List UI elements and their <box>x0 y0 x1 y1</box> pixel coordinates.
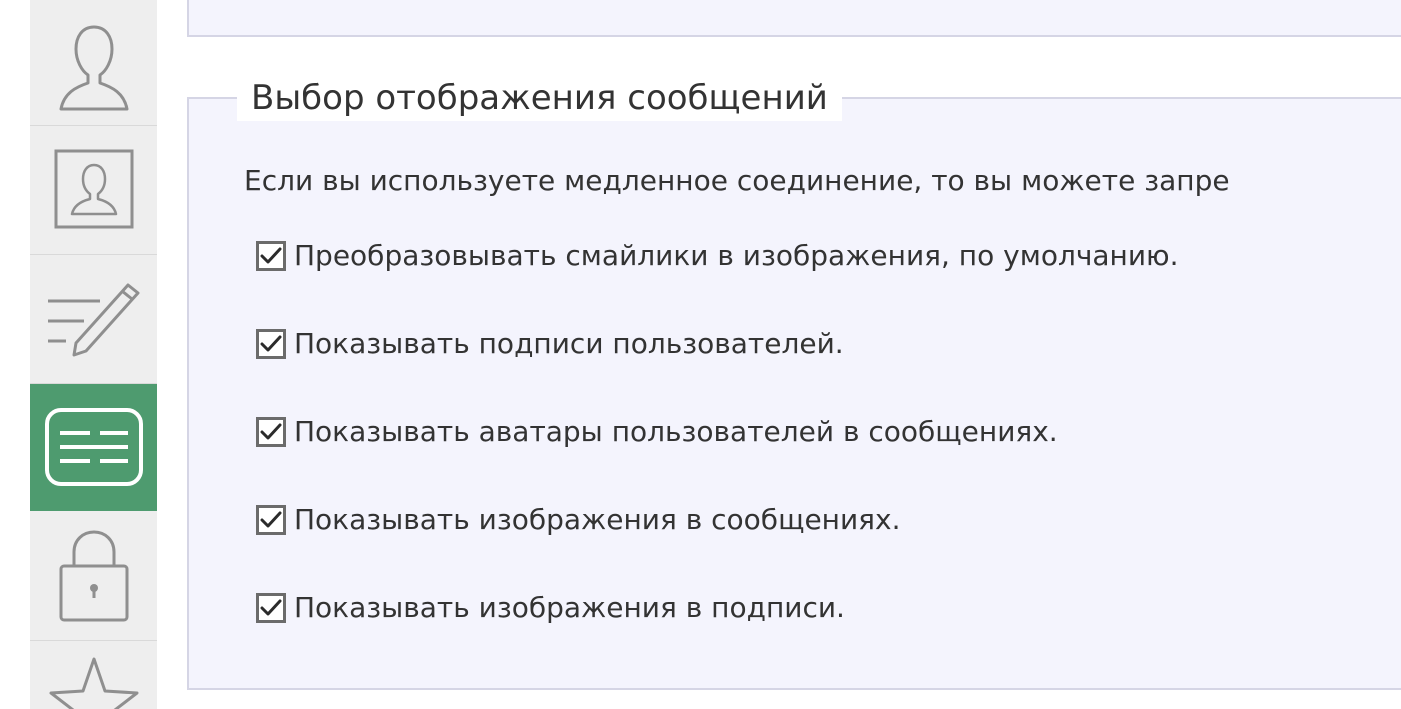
tab-post-display[interactable] <box>30 384 157 511</box>
option-convert-smileys[interactable]: Преобразовывать смайлики в изображения, … <box>256 236 1179 276</box>
fieldset-legend: Выбор отображения сообщений <box>237 75 842 121</box>
tab-profile[interactable] <box>30 0 157 126</box>
option-label[interactable]: Показывать подписи пользователей. <box>294 324 844 364</box>
profile-settings-page: Выбор отображения сообщений Если вы испо… <box>0 0 1401 709</box>
option-show-post-images[interactable]: Показывать изображения в сообщениях. <box>256 500 900 540</box>
checkbox-show-post-images[interactable] <box>256 505 286 535</box>
user-outline-icon <box>59 25 128 110</box>
option-label[interactable]: Показывать изображения в подписи. <box>294 588 845 628</box>
option-label[interactable]: Показывать изображения в сообщениях. <box>294 500 900 540</box>
checkmark-icon <box>260 599 282 616</box>
section-description: Если вы используете медленное соединение… <box>244 164 1230 197</box>
checkmark-icon <box>260 247 282 264</box>
post-display-fieldset: Выбор отображения сообщений Если вы испо… <box>187 75 1401 690</box>
checkbox-show-signature-images[interactable] <box>256 593 286 623</box>
option-label[interactable]: Показывать аватары пользователей в сообщ… <box>294 412 1058 452</box>
option-show-avatars[interactable]: Показывать аватары пользователей в сообщ… <box>256 412 1058 452</box>
option-show-signature-images[interactable]: Показывать изображения в подписи. <box>256 588 845 628</box>
lock-icon <box>59 529 128 621</box>
checkmark-icon <box>260 335 282 352</box>
tab-signature[interactable] <box>30 255 157 384</box>
checkbox-show-signatures[interactable] <box>256 329 286 359</box>
checkmark-icon <box>260 423 282 440</box>
profile-tab-strip <box>30 0 158 709</box>
user-card-icon <box>54 149 133 229</box>
post-display-icon <box>44 408 143 486</box>
tab-favorites[interactable] <box>30 641 157 709</box>
option-show-signatures[interactable]: Показывать подписи пользователей. <box>256 324 844 364</box>
checkbox-convert-smileys[interactable] <box>256 241 286 271</box>
checkbox-show-avatars[interactable] <box>256 417 286 447</box>
star-icon <box>49 657 138 709</box>
edit-signature-icon <box>47 283 139 357</box>
option-label[interactable]: Преобразовывать смайлики в изображения, … <box>294 236 1179 276</box>
tab-security[interactable] <box>30 511 157 641</box>
previous-settings-panel <box>187 0 1401 37</box>
tab-avatar[interactable] <box>30 126 157 255</box>
checkmark-icon <box>260 511 282 528</box>
settings-content: Выбор отображения сообщений Если вы испо… <box>157 0 1401 709</box>
